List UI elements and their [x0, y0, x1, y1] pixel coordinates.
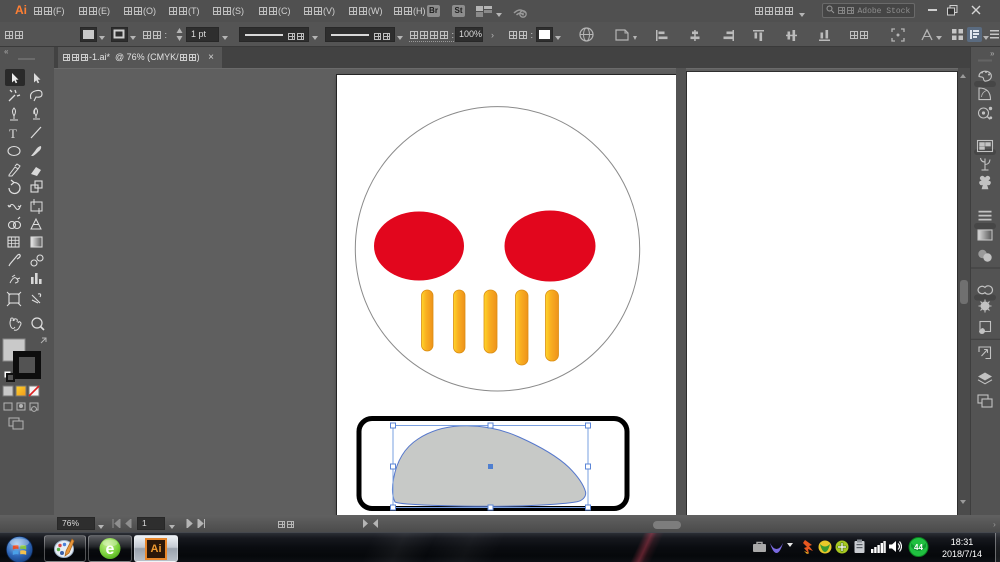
svg-text:»: »: [990, 49, 995, 58]
svg-text:T: T: [9, 126, 17, 141]
svg-text:«: «: [4, 47, 9, 56]
svg-text:44: 44: [914, 543, 923, 552]
svg-text:e: e: [106, 541, 115, 558]
